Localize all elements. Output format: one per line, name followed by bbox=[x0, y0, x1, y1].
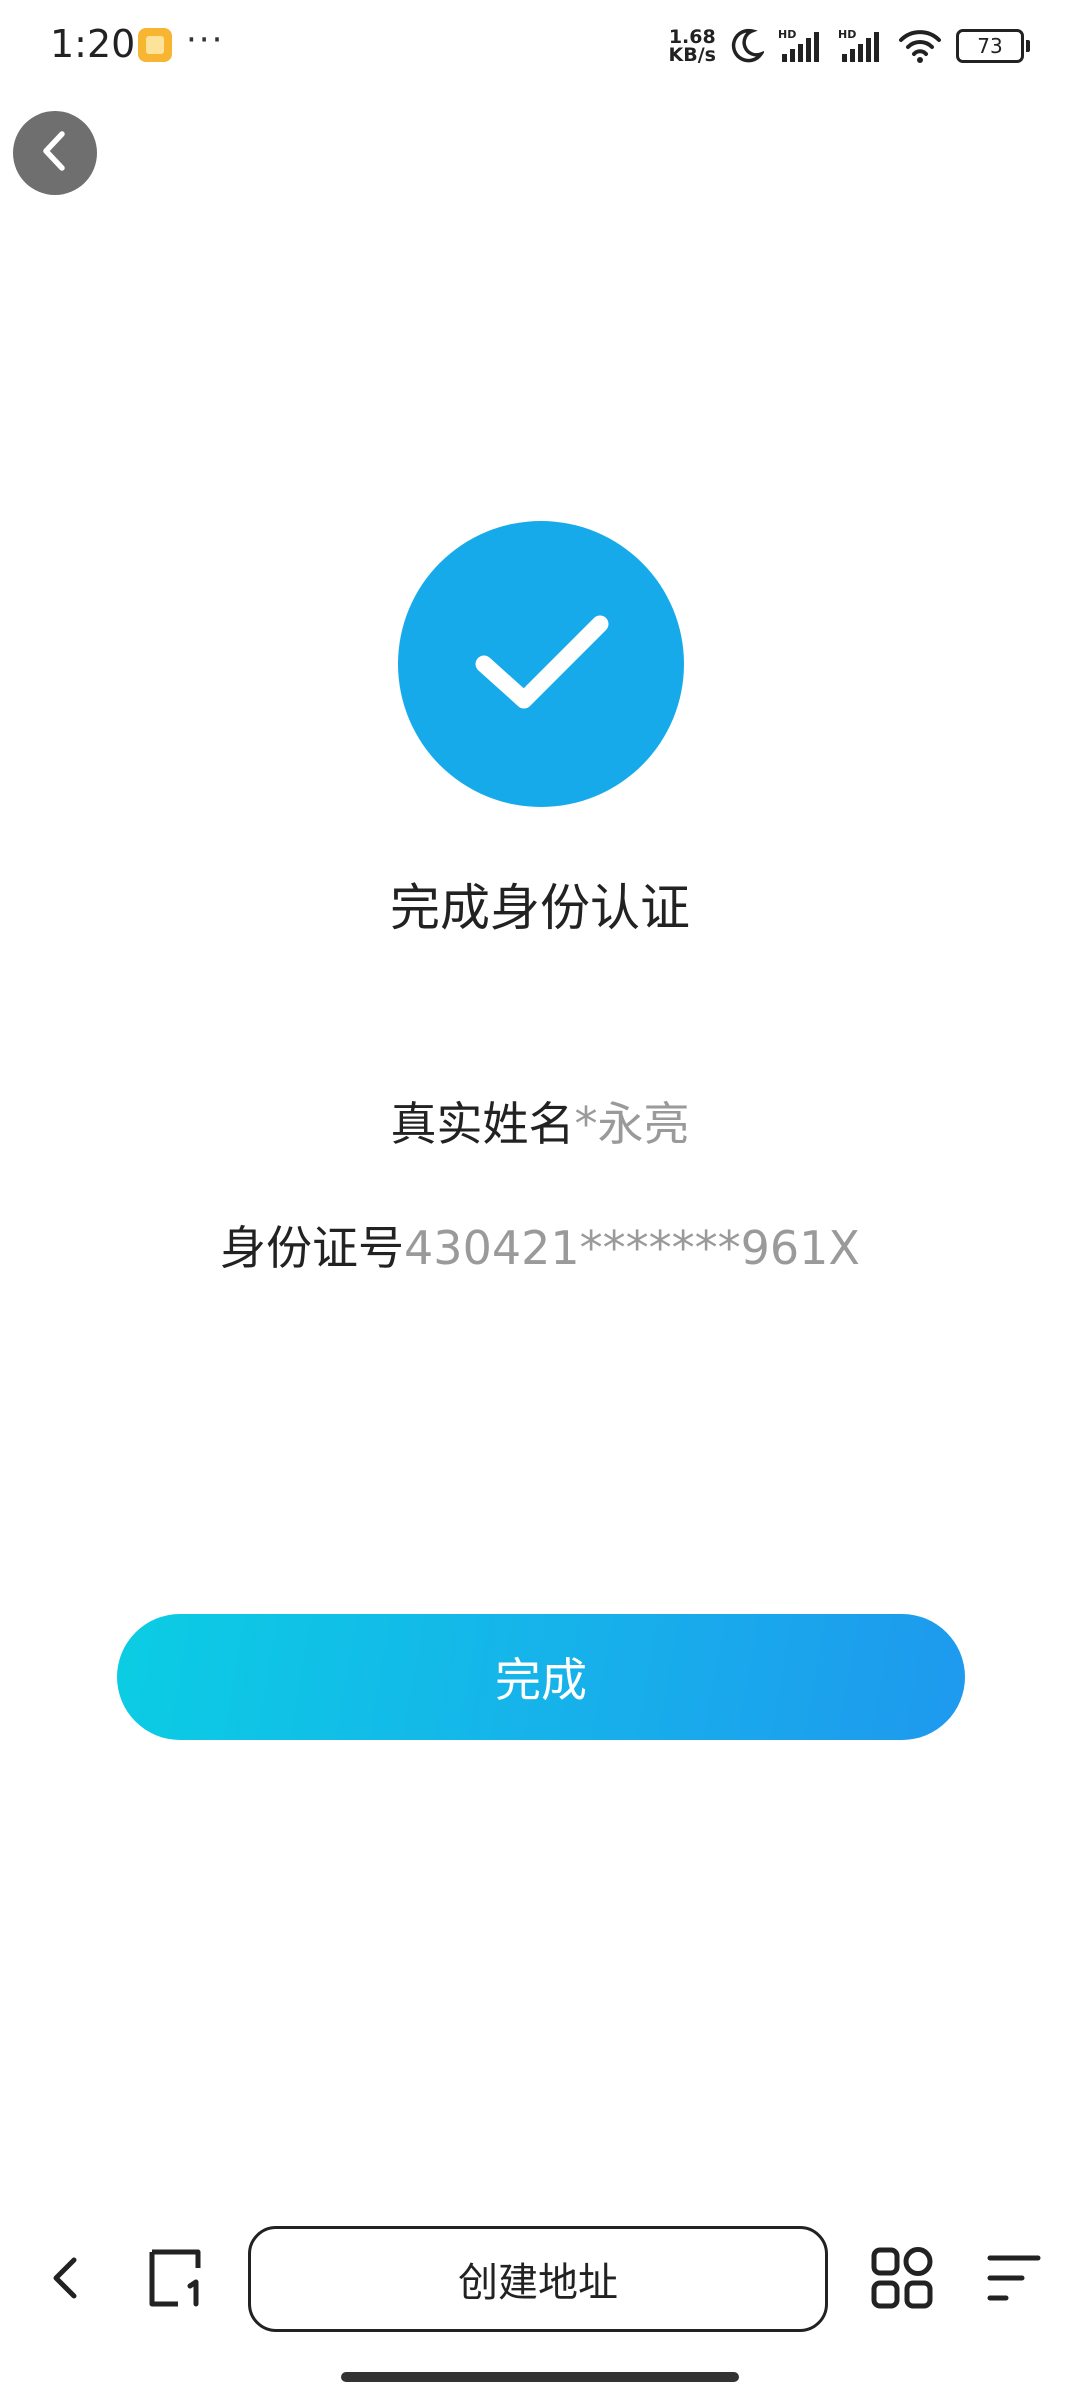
do-not-disturb-icon bbox=[730, 28, 764, 64]
checkmark-icon bbox=[466, 602, 616, 726]
tabs-icon bbox=[144, 2246, 208, 2314]
id-number-value: 430421*******961X bbox=[404, 1221, 860, 1275]
signal-icon-sim1: HD bbox=[778, 28, 824, 64]
id-number-row: 身份证号430421*******961X bbox=[0, 1212, 1080, 1278]
done-button[interactable]: 完成 bbox=[117, 1614, 965, 1740]
status-indicators: 1.68 KB/s HD HD 73 bbox=[668, 18, 1030, 74]
create-address-button[interactable]: 创建地址 bbox=[248, 2226, 828, 2332]
home-indicator[interactable] bbox=[341, 2372, 739, 2382]
back-button[interactable] bbox=[13, 111, 97, 195]
status-time: 1:20 bbox=[50, 22, 136, 66]
browser-back-button[interactable] bbox=[30, 2244, 102, 2316]
real-name-row: 真实姓名*永亮 bbox=[0, 1088, 1080, 1154]
svg-text:HD: HD bbox=[838, 28, 856, 41]
id-number-label: 身份证号 bbox=[220, 1221, 405, 1275]
chevron-left-icon bbox=[37, 129, 73, 177]
notification-app-icon bbox=[138, 28, 172, 62]
signal-icon-sim2: HD bbox=[838, 28, 884, 64]
grid-icon bbox=[870, 2246, 934, 2314]
status-bar: 1:20 ··· 1.68 KB/s HD HD 73 bbox=[0, 0, 1080, 92]
network-speed: 1.68 KB/s bbox=[668, 28, 716, 66]
real-name-label: 真实姓名 bbox=[390, 1097, 575, 1151]
menu-button[interactable] bbox=[978, 2244, 1050, 2316]
tabs-button[interactable] bbox=[140, 2244, 212, 2316]
chevron-left-icon bbox=[46, 2252, 86, 2308]
apps-button[interactable] bbox=[866, 2244, 938, 2316]
page-title: 完成身份认证 bbox=[390, 879, 690, 937]
network-speed-unit: KB/s bbox=[668, 44, 716, 66]
wifi-icon bbox=[898, 28, 942, 64]
success-badge bbox=[398, 521, 684, 807]
page: 1:20 ··· 1.68 KB/s HD HD 73 完成身份认证 真实姓名*… bbox=[0, 0, 1080, 2400]
svg-text:HD: HD bbox=[778, 28, 796, 41]
browser-bottom-bar: 创建地址 bbox=[0, 2220, 1080, 2340]
menu-icon bbox=[984, 2250, 1044, 2310]
battery-indicator: 73 bbox=[956, 29, 1030, 63]
real-name-value: *永亮 bbox=[574, 1097, 690, 1151]
more-notifications-icon: ··· bbox=[186, 20, 225, 60]
